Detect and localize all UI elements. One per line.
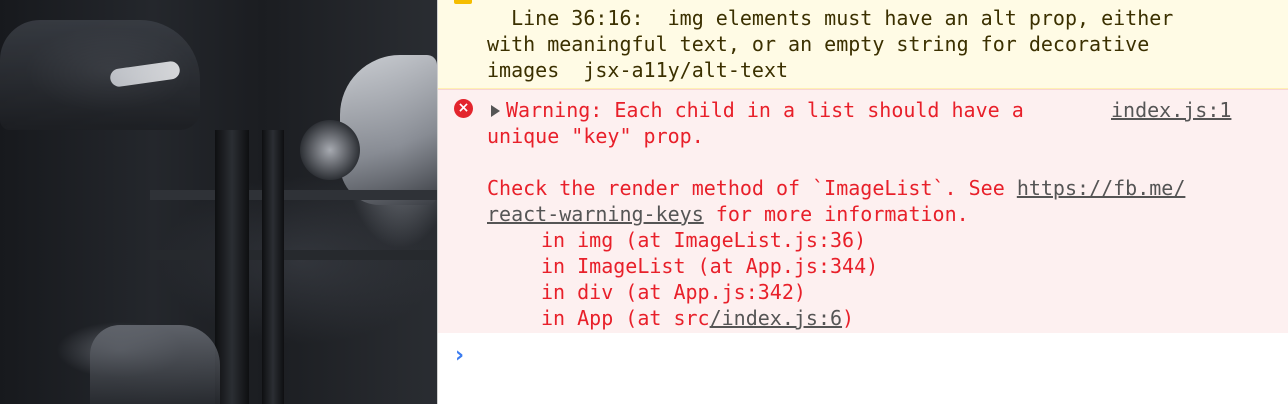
console-prompt[interactable]: › — [438, 333, 1288, 404]
docs-link[interactable]: https://fb.me/ — [1017, 176, 1186, 200]
car-shape — [340, 55, 437, 205]
warning-text: Line 36:16: img elements must have an al… — [487, 5, 1277, 83]
check-text: Check the render method of `ImageList`. … — [487, 176, 1017, 200]
error-docs-line: react-warning-keys for more information. — [487, 201, 969, 227]
wheel-shape — [300, 120, 360, 180]
stack-frame-text: in App (at src — [541, 306, 710, 330]
docs-link-cont[interactable]: react-warning-keys — [487, 202, 704, 226]
car-shape — [90, 325, 220, 404]
background-photo — [0, 0, 437, 404]
chevron-right-icon: › — [455, 343, 465, 368]
console-warning-message: Line 36:16: img elements must have an al… — [438, 0, 1288, 89]
stack-frame: in ImageList (at App.js:344) — [541, 254, 879, 278]
devtools-console: Line 36:16: img elements must have an al… — [437, 0, 1288, 404]
headlight-shape — [109, 60, 181, 88]
stack-frame: in img (at ImageList.js:36) — [541, 228, 867, 252]
rack-bar — [150, 190, 437, 200]
stack-frame: in App (at src/index.js:6) — [541, 305, 854, 331]
warning-line: images jsx-a11y/alt-text — [487, 58, 789, 82]
rack-pillar — [262, 130, 284, 404]
console-error-message: × Warning: Each child in a list should h… — [438, 89, 1288, 334]
screen: Line 36:16: img elements must have an al… — [0, 0, 1288, 404]
error-source-link[interactable]: index.js:1 — [1111, 97, 1231, 123]
error-headline-cont: unique "key" prop. — [487, 124, 704, 148]
error-check-line: Check the render method of `ImageList`. … — [487, 175, 1185, 201]
stack-frame-suffix: ) — [842, 306, 855, 330]
car-shape — [0, 20, 200, 130]
error-circle-icon: × — [454, 99, 473, 118]
warning-line: with meaningful text, or an empty string… — [487, 32, 1150, 56]
stack-frame: in div (at App.js:342) — [541, 280, 806, 304]
error-headline: Warning: Each child in a list should hav… — [506, 98, 1024, 122]
warning-line: Line 36:16: img elements must have an al… — [487, 6, 1174, 30]
rack-bar — [150, 250, 437, 260]
console-input[interactable] — [487, 341, 1271, 373]
expand-triangle-icon[interactable] — [491, 105, 500, 117]
warning-icon — [454, 0, 472, 4]
rack-pillar — [215, 130, 249, 404]
stack-frame-link[interactable]: /index.js:6 — [710, 306, 842, 330]
docs-suffix: for more information. — [703, 202, 969, 226]
